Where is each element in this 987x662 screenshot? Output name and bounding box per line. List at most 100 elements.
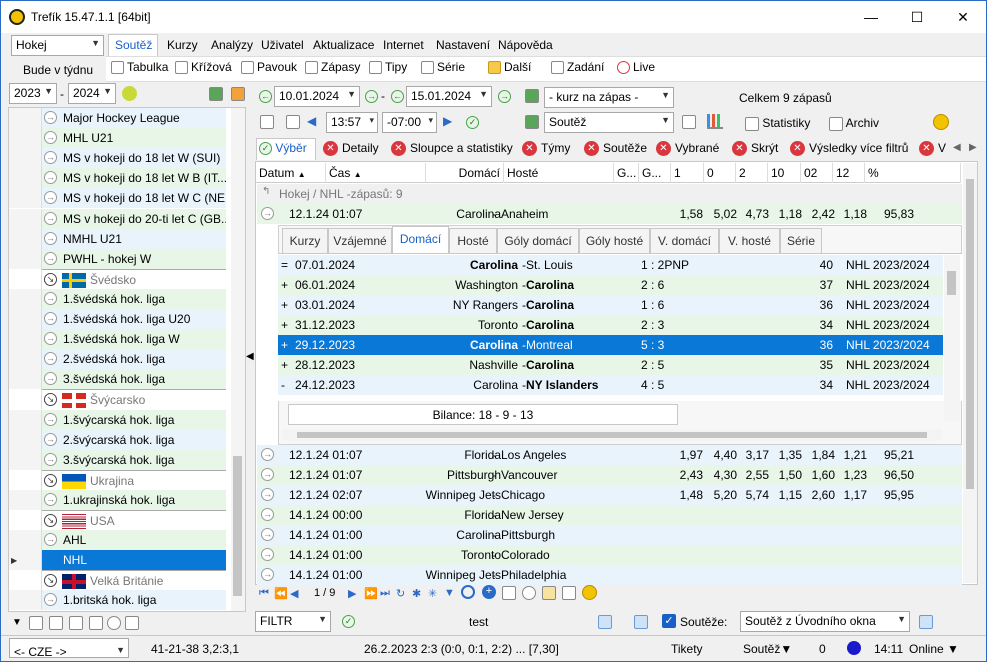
filter-select[interactable]: FILTR ▼ — [255, 611, 331, 632]
person-icon[interactable] — [231, 87, 245, 101]
collapse-panel-handle[interactable]: ◀ — [246, 351, 254, 371]
filter-icon[interactable]: ▼ — [12, 617, 22, 628]
edit-icon[interactable] — [49, 616, 63, 630]
year-to-select[interactable]: 2024 ▼ — [68, 83, 116, 104]
star-icon[interactable]: ✱ — [412, 587, 421, 600]
add-circle-icon[interactable]: + — [482, 585, 496, 599]
menu-analyzy[interactable]: Analýzy — [211, 38, 253, 52]
detail-row[interactable]: +29.12.2023 Carolina Montreal 5 : 3 36 NHL 20… — [278, 335, 943, 355]
list-item[interactable]: → PWHL - hokej W — [42, 248, 226, 269]
prev-page-fast-icon[interactable]: ⏪ — [274, 587, 288, 600]
coins-icon[interactable] — [582, 585, 597, 600]
col-hoste[interactable]: Hosté — [504, 163, 614, 183]
tikety-button[interactable]: Tikety — [671, 642, 703, 656]
col-1[interactable]: 1 — [671, 163, 704, 183]
col-0[interactable]: 0 — [704, 163, 736, 183]
list-item[interactable]: → NMHL U21 — [42, 228, 226, 249]
ball-icon[interactable] — [122, 86, 137, 101]
col-02[interactable]: 02 — [801, 163, 833, 183]
close-button[interactable]: ✕ — [940, 1, 986, 33]
group-row[interactable]: Hokej / NHL -zápasů: 9 — [257, 184, 962, 204]
match-row[interactable]: → 12.1.24 02:07 Winnipeg Jets Chicago 1,48 5,… — [257, 485, 962, 505]
col-2[interactable]: 2 — [736, 163, 768, 183]
list-view-icon[interactable] — [69, 616, 83, 630]
list-scroll-thumb[interactable] — [233, 456, 242, 596]
list-item[interactable]: → MS v hokeji do 18 let W (SUI) — [42, 148, 226, 169]
checkbox-icon[interactable] — [562, 586, 576, 600]
money-icon[interactable] — [525, 115, 539, 129]
vybrane-tab[interactable]: ✕ Vybrané — [656, 141, 719, 157]
next-page-icon[interactable]: ▶ — [348, 587, 356, 600]
crosshair-icon[interactable] — [502, 586, 516, 600]
competition-select[interactable]: Soutěž ▼ — [544, 112, 674, 133]
detail-tab-3[interactable]: Hosté — [449, 228, 497, 253]
list-item[interactable]: → 1.ukrajinská hok. liga — [42, 489, 226, 510]
time-from-input[interactable]: 13:57 ▾ — [326, 112, 378, 133]
next-page-fast-icon[interactable]: ⏩ — [364, 587, 378, 600]
detail-tab-5[interactable]: Góly hosté — [579, 228, 650, 253]
detail-tab-0[interactable]: Kurzy — [282, 228, 328, 253]
souteze-tab[interactable]: ✕ Soutěže — [584, 141, 647, 157]
menu-aktualizace[interactable]: Aktualizace — [313, 38, 374, 52]
next-date-icon[interactable]: → — [365, 90, 378, 103]
match-row[interactable]: → 14.1.24 01:00 Winnipeg Jets Philadelphia - — [257, 565, 962, 585]
match-row[interactable]: → 12.1.24 01:07 Pittsburgh Vancouver 2,43 4,3… — [257, 465, 962, 485]
col-pct[interactable]: % — [865, 163, 961, 183]
match-row[interactable]: → 14.1.24 01:00 Carolina Pittsburgh - — [257, 525, 962, 545]
detaily-tab[interactable]: ✕ Detaily — [323, 141, 379, 157]
zapasy-button[interactable]: Zápasy — [305, 60, 360, 75]
archiv-button[interactable]: Archiv — [829, 116, 879, 131]
detail-hscroll-thumb[interactable] — [297, 432, 927, 438]
col-12[interactable]: 12 — [833, 163, 865, 183]
live-button[interactable]: Live — [617, 60, 655, 75]
zadani-button[interactable]: Zadání — [551, 60, 604, 75]
v-tab[interactable]: ✕ V — [919, 141, 946, 157]
apply-filter-icon[interactable]: ✓ — [342, 615, 355, 628]
list-item[interactable]: → 1.švýcarská hok. liga — [42, 409, 226, 430]
match-row[interactable]: → 14.1.24 01:00 Toronto Colorado - — [257, 545, 962, 565]
vyber-tab-label[interactable]: ✓ Výběr — [259, 141, 307, 156]
competition-list[interactable]: → Major Hockey League → MHL U21 → MS v hokeji… — [8, 107, 246, 612]
detail-row[interactable]: +03.01.2024 NY Rangers Carolina 1 : 6 36 NHL … — [278, 295, 943, 315]
detail-tab-6[interactable]: V. domácí — [650, 228, 719, 253]
sport-select[interactable]: Hokej ▼ — [11, 35, 104, 56]
menu-kurzy[interactable]: Kurzy — [167, 38, 198, 52]
tabulka-button[interactable]: Tabulka — [111, 60, 168, 75]
detail-row[interactable]: +06.01.2024 Washington Carolina 2 : 6 37 NHL … — [278, 275, 943, 295]
coins-icon[interactable] — [933, 114, 949, 130]
match-row[interactable]: → 12.1.24 01:07 Florida Los Angeles 1,97 4,40… — [257, 445, 962, 465]
list-item[interactable]: → AHL — [42, 530, 226, 551]
bar-chart-icon[interactable] — [707, 114, 723, 129]
crosshair-icon[interactable] — [286, 115, 300, 129]
date-from-input[interactable]: 10.01.2024 ▼ — [274, 86, 360, 107]
skryt-tab[interactable]: ✕ Skrýt — [732, 141, 778, 157]
dalsi-button[interactable]: Další — [488, 60, 531, 75]
list-icon[interactable] — [29, 616, 43, 630]
sloupce-tab[interactable]: ✕ Sloupce a statistiky — [391, 141, 513, 157]
money-icon[interactable] — [525, 89, 539, 103]
detail-row[interactable]: +31.12.2023 Toronto Carolina 2 : 3 34 NHL 202… — [278, 315, 943, 335]
menu-soutez[interactable]: Soutěž — [115, 38, 152, 52]
search-icon[interactable] — [461, 585, 475, 599]
online-button[interactable]: Online ▼ — [909, 642, 959, 656]
pavouk-button[interactable]: Pavouk — [241, 60, 297, 75]
detail-row[interactable]: -24.12.2023 Carolina NY Islanders 4 : 5 34 NH… — [278, 375, 943, 395]
first-icon[interactable]: ◀ — [307, 114, 316, 128]
country-row[interactable]: ↘ Švýcarsko — [42, 389, 226, 410]
confirm-icon[interactable]: ✓ — [466, 116, 479, 129]
last-icon[interactable]: ▶ — [443, 114, 452, 128]
first-page-icon[interactable]: ⏮ — [259, 587, 269, 600]
match-row[interactable]: → 14.1.24 00:00 Florida New Jersey - — [257, 505, 962, 525]
tools-icon[interactable] — [125, 616, 139, 630]
money-icon[interactable] — [209, 87, 223, 101]
serie-button[interactable]: Série — [421, 60, 465, 75]
refresh-icon[interactable]: ↻ — [396, 587, 405, 600]
menu-uzivatel[interactable]: Uživatel — [261, 38, 304, 52]
gear-icon[interactable] — [107, 616, 121, 630]
prev-date-icon[interactable]: ← — [259, 90, 272, 103]
krizova-button[interactable]: Křížová — [175, 60, 232, 75]
col-g1[interactable]: G... — [614, 163, 639, 183]
prev-date-to-icon[interactable]: ← — [391, 90, 404, 103]
language-select[interactable]: <- CZE -> ▼ — [9, 638, 129, 659]
help-icon[interactable] — [634, 615, 648, 629]
